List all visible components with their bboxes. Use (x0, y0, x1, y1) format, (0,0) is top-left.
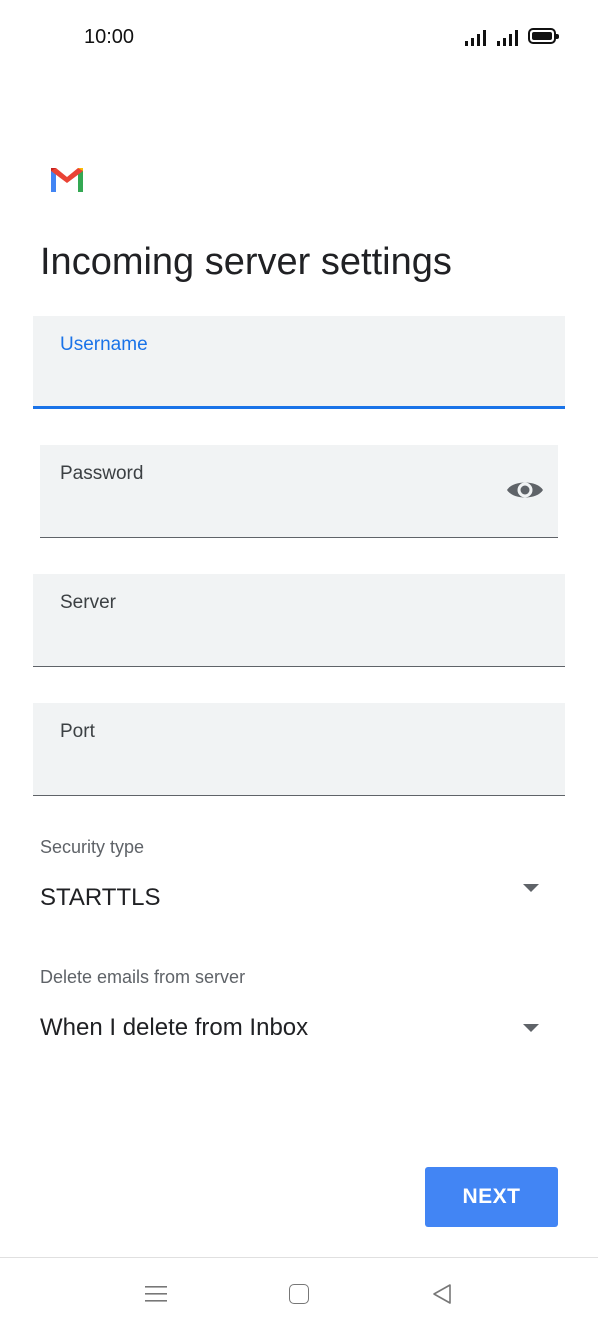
server-field[interactable]: Server (33, 574, 565, 667)
password-field[interactable]: Password (40, 445, 558, 538)
page-title: Incoming server settings (40, 241, 452, 283)
status-bar: 10:00 (0, 0, 598, 76)
next-button[interactable]: NEXT (425, 1167, 558, 1227)
eye-icon[interactable] (506, 475, 544, 505)
signal-icon-secondary (497, 30, 518, 46)
home-icon[interactable] (289, 1284, 309, 1304)
back-icon[interactable] (431, 1283, 453, 1305)
password-label: Password (60, 463, 144, 484)
menu-icon[interactable] (145, 1284, 167, 1304)
battery-icon (528, 28, 559, 44)
password-input[interactable] (60, 497, 498, 527)
server-input[interactable] (60, 626, 545, 656)
security-type-value[interactable]: STARTTLS (40, 884, 160, 912)
username-field[interactable]: Username (33, 316, 565, 409)
server-label: Server (60, 592, 116, 613)
chevron-down-icon[interactable] (523, 1024, 539, 1032)
port-field[interactable]: Port (33, 703, 565, 796)
gmail-logo (51, 168, 83, 192)
navigation-bar (0, 1257, 598, 1331)
signal-icon (465, 30, 486, 46)
chevron-down-icon[interactable] (523, 884, 539, 892)
delete-emails-label: Delete emails from server (40, 967, 246, 987)
security-type-label: Security type (40, 837, 145, 857)
delete-emails-value[interactable]: When I delete from Inbox (40, 1014, 308, 1042)
port-input[interactable] (60, 755, 545, 785)
username-label: Username (60, 334, 148, 355)
username-input[interactable] (60, 366, 545, 396)
port-label: Port (60, 721, 95, 742)
status-time: 10:00 (84, 26, 135, 48)
